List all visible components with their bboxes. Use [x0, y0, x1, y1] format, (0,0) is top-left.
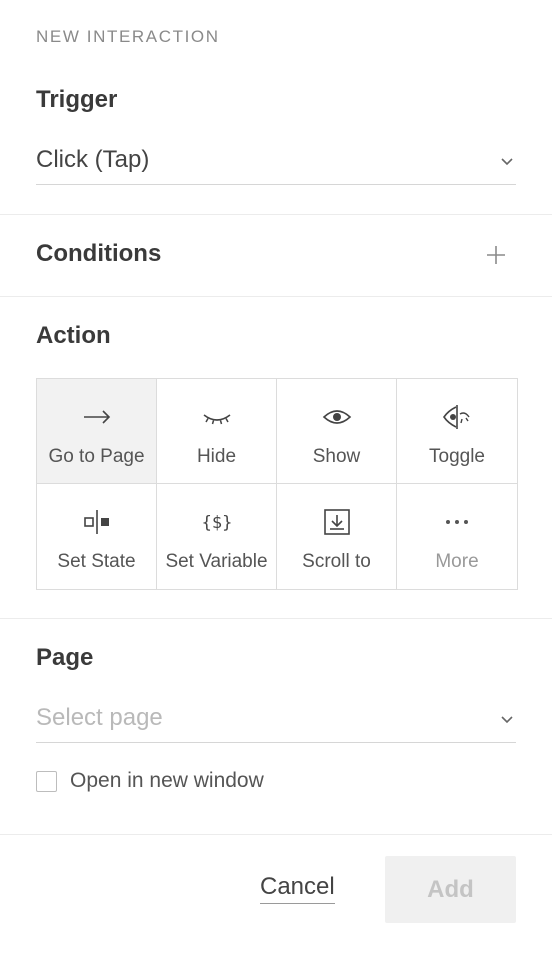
divider [0, 214, 552, 215]
action-label: Hide [196, 446, 237, 467]
action-grid: Go to Page Hide Show Toggle Set State {$… [36, 378, 518, 590]
cancel-button[interactable]: Cancel [260, 873, 335, 904]
action-label: Toggle [429, 446, 485, 467]
action-heading: Action [36, 322, 111, 349]
action-hide[interactable]: Hide [157, 379, 277, 484]
action-label: More [435, 551, 479, 572]
chevron-down-icon [501, 716, 513, 724]
chevron-down-icon [501, 158, 513, 166]
action-more[interactable]: More [397, 484, 517, 589]
action-show[interactable]: Show [277, 379, 397, 484]
action-label: Set Variable [165, 551, 268, 572]
panel-title: NEW INTERACTION [36, 27, 220, 46]
action-go-to-page[interactable]: Go to Page [37, 379, 157, 484]
open-new-window-checkbox[interactable] [36, 770, 57, 792]
more-dots-icon [446, 520, 468, 524]
action-label: Go to Page [48, 446, 145, 467]
open-new-window-label: Open in new window [70, 769, 264, 792]
scroll-to-icon [323, 509, 350, 535]
trigger-select[interactable]: Click (Tap) [36, 144, 516, 185]
divider [0, 834, 552, 835]
variable-icon: {$} [201, 513, 232, 533]
arrow-right-icon [83, 410, 110, 424]
action-toggle[interactable]: Toggle [397, 379, 517, 484]
trigger-select-value: Click (Tap) [36, 146, 150, 173]
divider [0, 618, 552, 619]
eye-closed-icon [203, 414, 230, 425]
add-condition-plus-icon[interactable] [485, 244, 507, 266]
svg-text:{$}: {$} [201, 513, 232, 533]
set-state-icon [83, 510, 109, 534]
page-select[interactable]: Select page [36, 702, 516, 743]
conditions-heading: Conditions [36, 240, 162, 267]
add-button[interactable]: Add [385, 856, 516, 923]
eye-icon [322, 410, 351, 424]
action-set-state[interactable]: Set State [37, 484, 157, 589]
action-label: Scroll to [302, 551, 371, 572]
action-scroll-to[interactable]: Scroll to [277, 484, 397, 589]
page-select-placeholder: Select page [36, 704, 163, 731]
eye-toggle-icon [443, 405, 470, 429]
trigger-heading: Trigger [36, 86, 118, 113]
action-set-variable[interactable]: {$} Set Variable [157, 484, 277, 589]
divider [0, 296, 552, 297]
open-new-window-option[interactable]: Open in new window [36, 767, 264, 795]
page-heading: Page [36, 644, 94, 671]
action-label: Set State [57, 551, 136, 572]
action-label: Show [312, 446, 361, 467]
